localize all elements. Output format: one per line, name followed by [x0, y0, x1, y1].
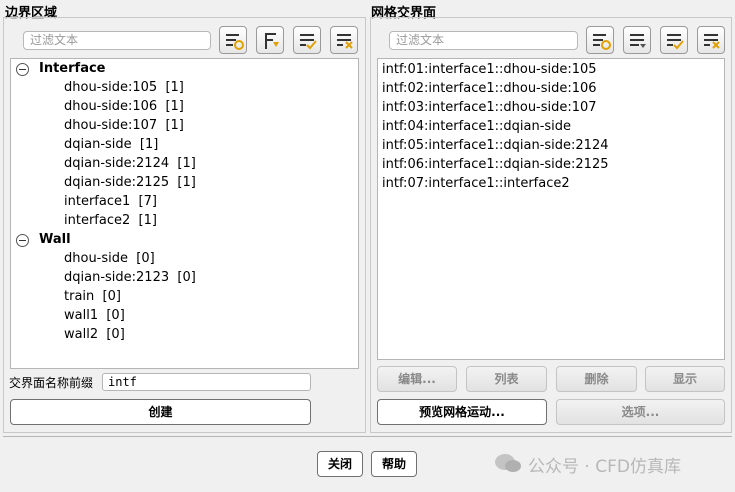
tree-item[interactable]: dqian-side:2125 [1]: [64, 175, 196, 190]
list-item[interactable]: intf:07:interface1::interface2: [382, 176, 570, 191]
tree-item[interactable]: wall1 [0]: [64, 308, 125, 323]
tree-item[interactable]: dqian-side [1]: [64, 137, 158, 152]
tree-item[interactable]: dhou-side:107 [1]: [64, 118, 184, 133]
filter-button[interactable]: [586, 26, 614, 54]
list-item[interactable]: intf:03:interface1::dhou-side:107: [382, 100, 597, 115]
tree-item[interactable]: dhou-side:106 [1]: [64, 99, 184, 114]
tree-item[interactable]: dqian-side:2124 [1]: [64, 156, 196, 171]
deselect-all-icon: [704, 34, 720, 49]
create-button[interactable]: 创建: [10, 399, 311, 425]
list-item[interactable]: intf:01:interface1::dhou-side:105: [382, 62, 597, 77]
list-item[interactable]: intf:05:interface1::dqian-side:2124: [382, 138, 608, 153]
tree-item[interactable]: dhou-side:105 [1]: [64, 80, 184, 95]
deselect-all-icon: [337, 34, 353, 49]
close-button[interactable]: 关闭: [317, 451, 363, 477]
select-all-button[interactable]: [660, 26, 688, 54]
boundary-filter-input[interactable]: 过滤文本: [23, 31, 211, 50]
prefix-input[interactable]: intf: [102, 373, 311, 391]
sort-button[interactable]: [623, 26, 651, 54]
help-button[interactable]: 帮助: [371, 451, 417, 477]
select-all-icon: [667, 34, 684, 50]
tree-item[interactable]: dhou-side [0]: [64, 251, 155, 266]
interface-filter-input[interactable]: 过滤文本: [389, 31, 578, 50]
select-all-icon: [300, 34, 317, 50]
list-item[interactable]: intf:02:interface1::dhou-side:106: [382, 81, 597, 96]
edit-button[interactable]: 编辑...: [377, 366, 457, 392]
tree-group-wall[interactable]: Wall: [39, 232, 71, 247]
list-item[interactable]: intf:04:interface1::dqian-side: [382, 119, 571, 134]
sort-icon: [630, 34, 646, 48]
sort-icon: [265, 33, 279, 49]
preview-mesh-motion-button[interactable]: 预览网格运动...: [377, 399, 547, 425]
display-button[interactable]: 显示: [645, 366, 725, 392]
deselect-all-button[interactable]: [330, 26, 358, 54]
tree-item[interactable]: wall2 [0]: [64, 327, 125, 342]
select-all-button[interactable]: [293, 26, 321, 54]
filter-icon: [226, 34, 244, 50]
tree-group-interface[interactable]: Interface: [39, 61, 106, 76]
filter-button[interactable]: [219, 26, 247, 54]
sort-button[interactable]: [256, 26, 284, 54]
tree-item[interactable]: interface1 [7]: [64, 194, 157, 209]
wechat-logo-icon: [495, 454, 521, 472]
list-button[interactable]: 列表: [466, 366, 547, 392]
boundary-tree[interactable]: Interface dhou-side:105 [1] dhou-side:10…: [10, 58, 359, 369]
tree-item[interactable]: train [0]: [64, 289, 121, 304]
collapse-icon[interactable]: [16, 63, 29, 76]
footer-separator: [3, 436, 732, 437]
interface-list[interactable]: intf:01:interface1::dhou-side:105 intf:0…: [377, 58, 725, 360]
tree-item[interactable]: interface2 [1]: [64, 213, 157, 228]
collapse-icon[interactable]: [16, 234, 29, 247]
options-button[interactable]: 选项...: [556, 399, 725, 425]
delete-button[interactable]: 删除: [556, 366, 637, 392]
filter-icon: [593, 34, 611, 50]
deselect-all-button[interactable]: [697, 26, 725, 54]
prefix-label: 交界面名称前缀: [9, 376, 94, 390]
tree-item[interactable]: dqian-side:2123 [0]: [64, 270, 196, 285]
list-item[interactable]: intf:06:interface1::dqian-side:2125: [382, 157, 608, 172]
watermark-text: 公众号 · CFD仿真库: [528, 457, 681, 477]
